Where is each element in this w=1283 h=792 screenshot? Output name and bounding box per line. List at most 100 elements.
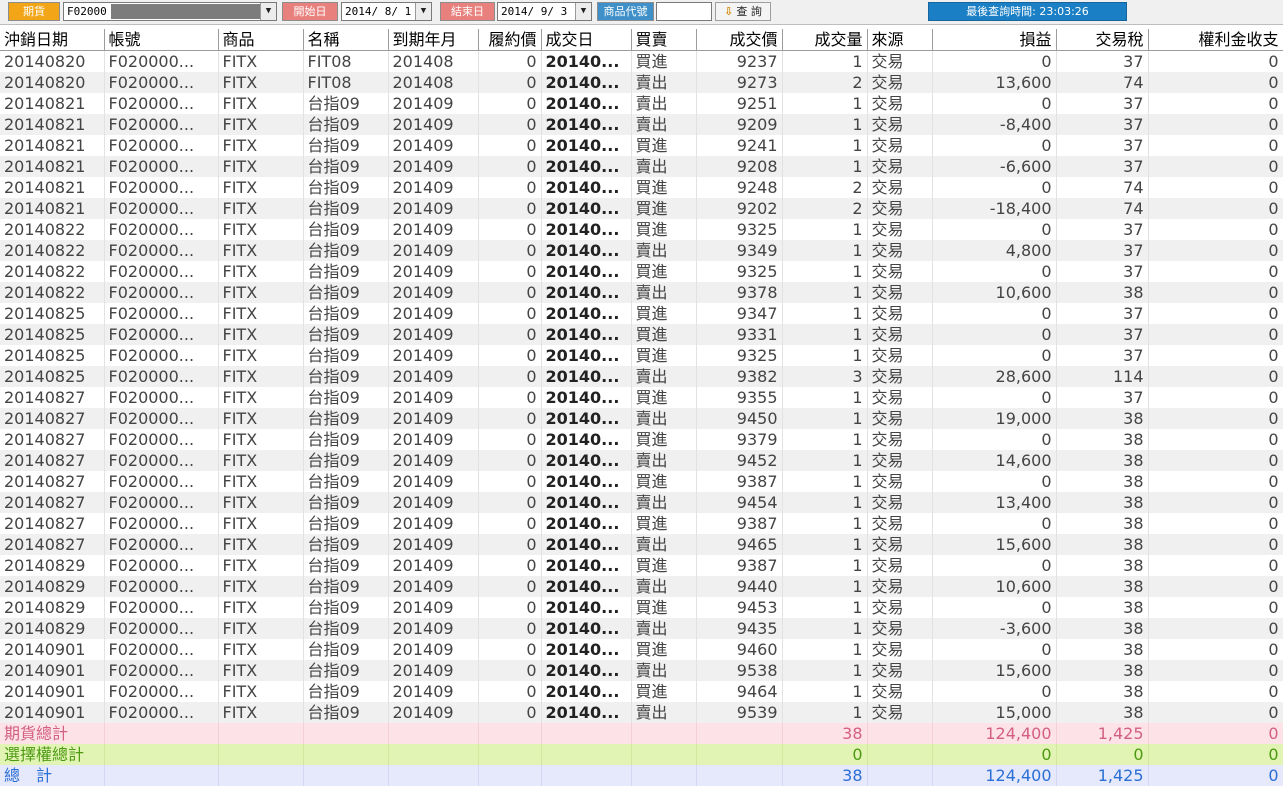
table-row[interactable]: 20140825 F020000... FITX 台指09 201409 0 20140..… — [0, 324, 1283, 345]
qty-cell: 1 — [782, 282, 868, 303]
chevron-down-icon[interactable]: ▼ — [260, 3, 276, 20]
tax-cell: 37 — [1056, 219, 1149, 240]
table-row[interactable]: 20140822 F020000... FITX 台指09 201409 0 20140..… — [0, 240, 1283, 261]
pnl-cell: 0 — [932, 681, 1057, 702]
strike-cell: 0 — [478, 450, 542, 471]
product-cell: FITX — [218, 702, 304, 723]
trade-date-cell: 20140... — [541, 366, 632, 387]
strike-cell: 0 — [478, 534, 542, 555]
name-cell: FIT08 — [303, 72, 389, 93]
chevron-down-icon[interactable]: ▼ — [575, 3, 591, 20]
table-row[interactable]: 20140820 F020000... FITX FIT08 201408 0 20140.… — [0, 72, 1283, 93]
tax-cell: 38 — [1056, 450, 1149, 471]
column-header[interactable]: 權利金收支 — [1148, 29, 1283, 51]
table-row[interactable]: 20140821 F020000... FITX 台指09 201409 0 20140..… — [0, 114, 1283, 135]
table-row[interactable]: 20140822 F020000... FITX 台指09 201409 0 20140..… — [0, 219, 1283, 240]
account-cell: F020000... — [104, 324, 219, 345]
table-row[interactable]: 20140901 F020000... FITX 台指09 201409 0 20140..… — [0, 702, 1283, 723]
expiry-cell: 201409 — [388, 219, 479, 240]
price-cell: 9325 — [696, 345, 783, 366]
table-row[interactable]: 20140829 F020000... FITX 台指09 201409 0 20140..… — [0, 555, 1283, 576]
table-row[interactable]: 20140901 F020000... FITX 台指09 201409 0 20140..… — [0, 639, 1283, 660]
table-row[interactable]: 20140821 F020000... FITX 台指09 201409 0 20140..… — [0, 198, 1283, 219]
summary-empty-cell — [541, 765, 632, 786]
column-header[interactable]: 買賣 — [631, 29, 697, 51]
product-cell: FITX — [218, 240, 304, 261]
table-row[interactable]: 20140829 F020000... FITX 台指09 201409 0 20140..… — [0, 597, 1283, 618]
side-cell: 買進 — [631, 639, 697, 660]
product-code-input[interactable] — [656, 2, 712, 21]
table-row[interactable]: 20140827 F020000... FITX 台指09 201409 0 20140..… — [0, 408, 1283, 429]
pnl-cell: 13,400 — [932, 492, 1057, 513]
product-cell: FITX — [218, 534, 304, 555]
strike-cell: 0 — [478, 513, 542, 534]
chevron-down-icon[interactable]: ▼ — [415, 3, 431, 20]
table-row[interactable]: 20140821 F020000... FITX 台指09 201409 0 20140..… — [0, 135, 1283, 156]
table-row[interactable]: 20140827 F020000... FITX 台指09 201409 0 20140..… — [0, 450, 1283, 471]
column-header[interactable]: 履約價 — [478, 29, 542, 51]
column-header[interactable]: 名稱 — [303, 29, 389, 51]
table-row[interactable]: 20140829 F020000... FITX 台指09 201409 0 20140..… — [0, 576, 1283, 597]
table-row[interactable]: 20140901 F020000... FITX 台指09 201409 0 20140..… — [0, 660, 1283, 681]
table-row[interactable]: 20140825 F020000... FITX 台指09 201409 0 20140..… — [0, 303, 1283, 324]
price-cell: 9452 — [696, 450, 783, 471]
pnl-cell: -3,600 — [932, 618, 1057, 639]
table-row[interactable]: 20140822 F020000... FITX 台指09 201409 0 20140..… — [0, 282, 1283, 303]
pnl-cell: 0 — [932, 597, 1057, 618]
column-header[interactable]: 帳號 — [104, 29, 219, 51]
pnl-cell: 0 — [932, 261, 1057, 282]
settle-date-cell: 20140820 — [0, 50, 105, 72]
table-row[interactable]: 20140825 F020000... FITX 台指09 201409 0 20140..… — [0, 366, 1283, 387]
side-cell: 賣出 — [631, 618, 697, 639]
settle-date-cell: 20140820 — [0, 72, 105, 93]
premium-cell: 0 — [1148, 50, 1283, 72]
trade-date-cell: 20140... — [541, 702, 632, 723]
summary-tax: 1,425 — [1056, 723, 1149, 744]
column-header[interactable]: 來源 — [867, 29, 933, 51]
table-row[interactable]: 20140829 F020000... FITX 台指09 201409 0 20140..… — [0, 618, 1283, 639]
table-row[interactable]: 20140821 F020000... FITX 台指09 201409 0 20140..… — [0, 93, 1283, 114]
product-cell: FITX — [218, 72, 304, 93]
account-select[interactable]: F02000 ▼ — [63, 2, 277, 21]
pnl-cell: 15,600 — [932, 534, 1057, 555]
table-row[interactable]: 20140827 F020000... FITX 台指09 201409 0 20140..… — [0, 534, 1283, 555]
start-date-picker[interactable]: 2014/ 8/ 1 ▼ — [341, 2, 432, 21]
source-cell: 交易 — [867, 303, 933, 324]
table-row[interactable]: 20140822 F020000... FITX 台指09 201409 0 20140..… — [0, 261, 1283, 282]
end-date-picker[interactable]: 2014/ 9/ 3 ▼ — [497, 2, 592, 21]
table-row[interactable]: 20140901 F020000... FITX 台指09 201409 0 20140..… — [0, 681, 1283, 702]
table-row[interactable]: 20140821 F020000... FITX 台指09 201409 0 20140..… — [0, 156, 1283, 177]
source-cell: 交易 — [867, 177, 933, 198]
query-button[interactable]: ⇩ 查 詢 — [715, 2, 771, 21]
column-header[interactable]: 成交價 — [696, 29, 783, 51]
table-row[interactable]: 20140821 F020000... FITX 台指09 201409 0 20140..… — [0, 177, 1283, 198]
column-header[interactable]: 成交量 — [782, 29, 868, 51]
table-row[interactable]: 20140827 F020000... FITX 台指09 201409 0 20140..… — [0, 471, 1283, 492]
column-header[interactable]: 商品 — [218, 29, 304, 51]
expiry-cell: 201409 — [388, 555, 479, 576]
table-row[interactable]: 20140827 F020000... FITX 台指09 201409 0 20140..… — [0, 513, 1283, 534]
table-row[interactable]: 20140827 F020000... FITX 台指09 201409 0 20140..… — [0, 429, 1283, 450]
table-row[interactable]: 20140820 F020000... FITX FIT08 201408 0 20140.… — [0, 50, 1283, 72]
column-header[interactable]: 沖銷日期 — [0, 29, 105, 51]
trade-date-cell: 20140... — [541, 471, 632, 492]
premium-cell: 0 — [1148, 618, 1283, 639]
future-total-row: 期貨總計 38 124,400 1,425 0 — [0, 723, 1283, 744]
table-row[interactable]: 20140827 F020000... FITX 台指09 201409 0 20140..… — [0, 387, 1283, 408]
trade-grid[interactable]: 沖銷日期 帳號 商品 名稱 到期年月 履約價 成交日 買賣 成交價 成交量 來源… — [0, 29, 1283, 786]
strike-cell: 0 — [478, 702, 542, 723]
column-header[interactable]: 成交日 — [541, 29, 632, 51]
side-cell: 賣出 — [631, 534, 697, 555]
column-header[interactable]: 損益 — [932, 29, 1057, 51]
expiry-cell: 201408 — [388, 50, 479, 72]
premium-cell: 0 — [1148, 156, 1283, 177]
side-cell: 賣出 — [631, 450, 697, 471]
source-cell: 交易 — [867, 513, 933, 534]
table-row[interactable]: 20140825 F020000... FITX 台指09 201409 0 20140..… — [0, 345, 1283, 366]
account-cell: F020000... — [104, 282, 219, 303]
column-header[interactable]: 到期年月 — [388, 29, 479, 51]
name-cell: 台指09 — [303, 387, 389, 408]
column-header[interactable]: 交易稅 — [1056, 29, 1149, 51]
table-row[interactable]: 20140827 F020000... FITX 台指09 201409 0 20140..… — [0, 492, 1283, 513]
settle-date-cell: 20140829 — [0, 576, 105, 597]
